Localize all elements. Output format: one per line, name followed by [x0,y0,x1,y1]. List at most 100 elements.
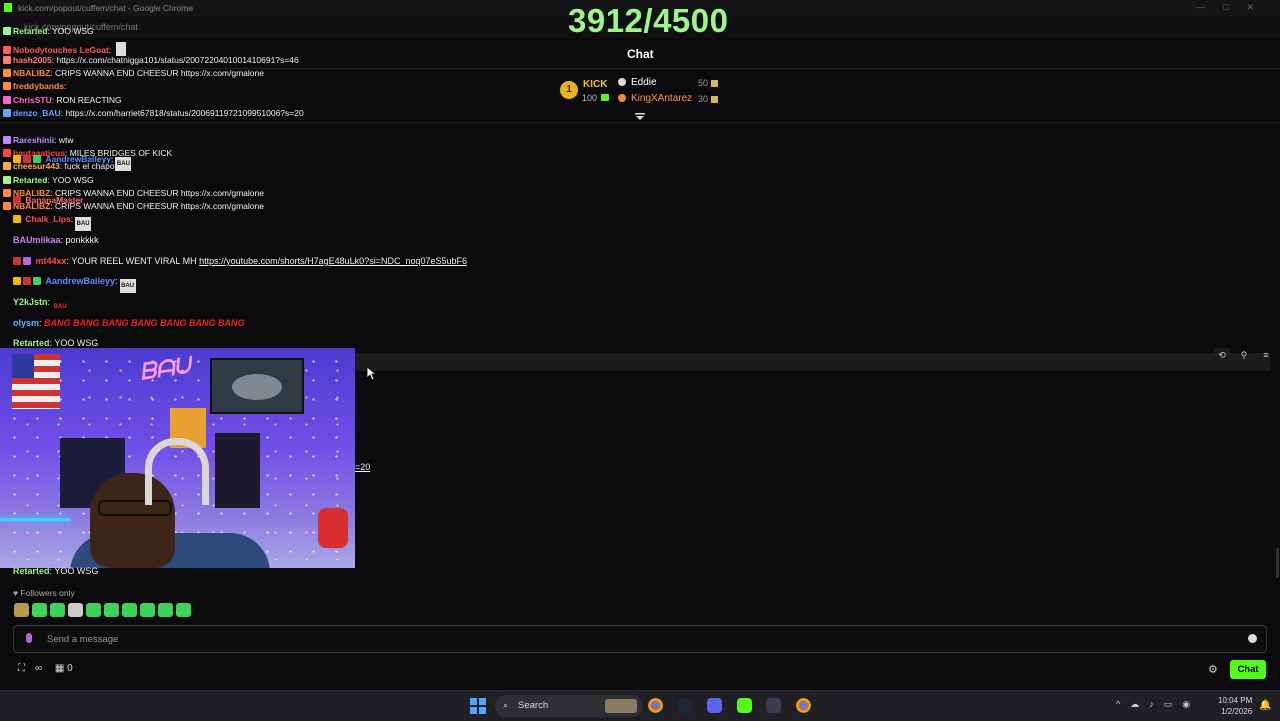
list-item[interactable]: denzo_BAU: https://x.com/harriet67818/st… [3,108,304,118]
emote-button[interactable] [32,603,47,617]
windows-taskbar: ⌕ Search ^☁♪▭◉ 10:04 PM 1/2/2026 🔔 [0,690,1280,721]
message-text: RON REACTING [56,95,122,105]
window-controls[interactable]: —□✕ [1196,2,1272,13]
windows-start-icon[interactable] [470,698,486,714]
search-label: Search [518,700,549,711]
pin-icon[interactable]: ⚲ [1236,348,1252,362]
list-item[interactable]: NBALIBZ: CRIPS WANNA END CHEESUR https:/… [3,68,264,78]
headset [145,438,209,505]
share-icon[interactable]: ⛶ [18,663,25,674]
message-input[interactable] [47,630,1227,648]
chat-username[interactable]: ChrisSTU [13,95,52,105]
list-item[interactable]: BananaMaster [13,195,83,205]
emote-button[interactable] [50,603,65,617]
leaderboard-entry[interactable]: KingXAntarez [618,93,692,104]
list-item[interactable]: hash2005: https://x.com/chatnigga101/sta… [3,55,299,65]
leaderboard-entry[interactable]: Eddie [618,77,657,88]
list-item[interactable]: Retarted: YOO WSG [3,175,94,185]
chat-username[interactable]: freddybands [13,81,64,91]
user-badge-icon [618,78,626,86]
sub-badge-icon [23,277,31,285]
message-link[interactable]: https://youtube.com/shorts/H7agE48uLk0?s… [199,256,467,266]
gift-leaderboard[interactable]: 1 KICK 100 Eddie 50 KingXAntarez 30 [560,76,730,110]
emote-button[interactable] [104,603,119,617]
chrome-icon[interactable] [648,698,663,713]
steam-icon[interactable] [677,698,692,713]
user-badge-icon [3,176,11,184]
list-item[interactable]: AandrewBaileyy: BAU [13,154,132,171]
message-input-box[interactable] [13,625,1267,653]
bau-emote-icon: BAU [119,279,136,293]
emote-button[interactable] [140,603,155,617]
emote-button[interactable] [122,603,137,617]
list-item[interactable]: Chalk_Lips: BAU [13,214,92,231]
discord-icon[interactable] [707,698,722,713]
chat-username[interactable]: Y2kJstn [13,297,48,307]
list-item[interactable]: Rareshinii: wtw [3,135,73,145]
notification-icon[interactable]: 🔔 [1259,700,1271,711]
chat-username[interactable]: Retarted [13,338,50,348]
chat-username[interactable]: AandrewBaileyy [45,154,111,164]
emote-button[interactable] [86,603,101,617]
list-item[interactable]: ChrisSTU: RON REACTING [3,95,122,105]
list-item[interactable]: Retarted: YOO WSG [13,566,98,576]
emote-icon [115,42,126,56]
list-item[interactable]: olysm: BANG BANG BANG BANG BANG BANG BAN… [13,318,245,328]
taskbar-search[interactable]: ⌕ Search [495,695,643,717]
kick-app-icon[interactable] [737,698,752,713]
chat-username[interactable]: Retarted [13,175,47,185]
expand-chevron-icon[interactable] [635,113,645,121]
chat-scrollbar[interactable] [1276,548,1279,578]
chat-username[interactable]: AandrewBaileyy [46,276,116,286]
list-item[interactable]: Y2kJstn: BAU [13,297,68,314]
list-item[interactable]: Retarted: YOO WSG [3,26,94,36]
link-icon[interactable]: ∞ [35,663,42,674]
chat-username[interactable]: Chalk_Lips [25,214,70,224]
message-text: YOO WSG [54,566,99,576]
list-item[interactable]: mt44xx: YOUR REEL WENT VIRAL MH https://… [13,256,467,266]
emote-button[interactable] [14,603,29,617]
minimize-button[interactable]: — [1196,2,1223,12]
message-text: https://x.com/harriet67818/status/200691… [65,108,304,118]
chat-username[interactable]: Rareshinii [13,135,54,145]
message-link[interactable]: =20 [355,462,370,472]
chat-username[interactable]: Nobodytouches LeGoat [13,45,109,55]
emote-button[interactable] [158,603,173,617]
system-tray[interactable]: ^☁♪▭◉ [1116,699,1200,710]
chat-username[interactable]: NBALIBZ [13,68,50,78]
chat-username[interactable]: Retarted [13,566,50,576]
maximize-button[interactable]: □ [1223,2,1246,12]
points-balance[interactable]: ▦ 0 [55,663,83,674]
send-chat-button[interactable]: Chat [1230,660,1266,679]
chat-username[interactable]: mt44xx [36,256,67,266]
sub-badge-icon [13,196,21,204]
chat-username[interactable]: denzo_BAU [13,108,61,118]
chat-footer-tools[interactable]: ⛶ ∞ ▦ 0 [18,663,93,674]
list-item[interactable]: Nobodytouches LeGoat: [3,42,126,56]
emote-button[interactable] [68,603,83,617]
chat-username[interactable]: BAUmiikaa [13,235,61,245]
undo-icon[interactable]: ⟲ [1214,348,1230,362]
list-item[interactable]: Retarted: YOO WSG [13,338,98,348]
leaderboard-entry-points: 50 [698,78,719,88]
chrome-icon[interactable] [796,698,811,713]
chat-username[interactable]: olysm [13,318,39,328]
mic-icon[interactable] [26,633,32,643]
settings-gear-icon[interactable]: ⚙ [1208,663,1218,676]
close-button[interactable]: ✕ [1246,2,1272,12]
list-item[interactable]: freddybands: [3,81,66,91]
emote-quick-row[interactable] [14,603,194,619]
chat-username[interactable]: hash2005 [13,55,52,65]
user-badge-icon [3,82,11,90]
wall-tv [210,358,304,414]
taskbar-clock[interactable]: 10:04 PM 1/2/2026 [1218,695,1252,717]
list-item[interactable]: AandrewBaileyy: BAU [13,276,136,293]
menu-icon[interactable]: ≡ [1258,348,1274,362]
chat-username[interactable]: BananaMaster [25,195,83,205]
emote-button[interactable] [176,603,191,617]
obs-icon[interactable] [766,698,781,713]
emoji-picker-icon[interactable] [1248,634,1257,643]
list-item[interactable]: BAUmiikaa: ponkkkk [13,235,99,245]
chat-username[interactable]: Retarted [13,26,47,36]
user-badge-icon [618,94,626,102]
